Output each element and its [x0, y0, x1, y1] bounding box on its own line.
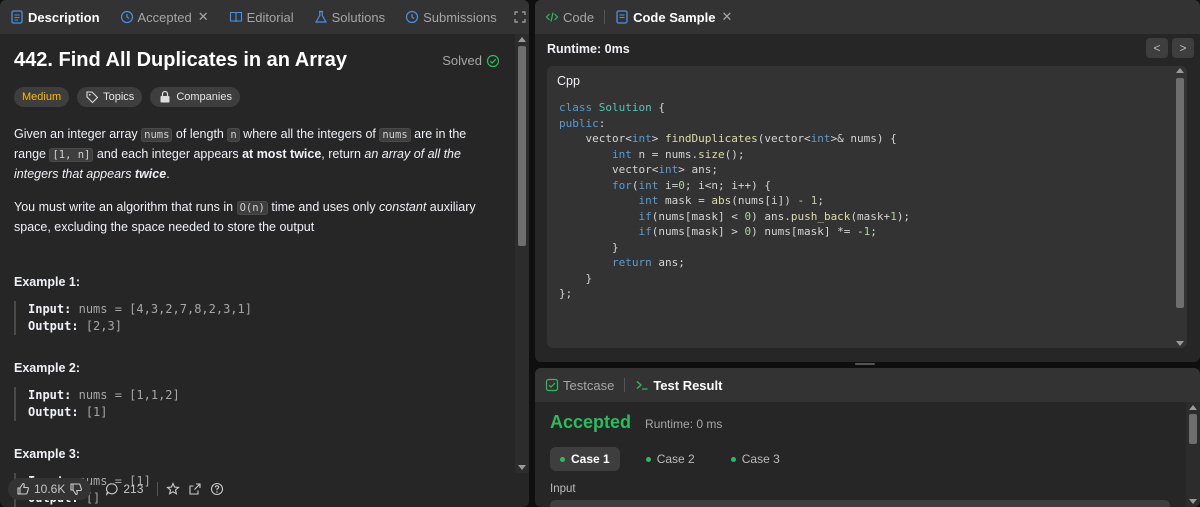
- book-icon: [229, 10, 243, 24]
- code-listing: class Solution { public: vector<int> fin…: [559, 101, 911, 300]
- case-1-tab[interactable]: Case 1: [550, 447, 620, 471]
- input-label: Input: [550, 483, 576, 495]
- scrollbar-thumb[interactable]: [1176, 78, 1184, 308]
- tab-test-result[interactable]: Test Result: [631, 368, 726, 402]
- result-runtime: Runtime: 0 ms: [645, 417, 723, 431]
- pass-dot: [645, 456, 651, 462]
- scrollbar-thumb[interactable]: [518, 46, 526, 246]
- vote-group: 10.6K: [8, 478, 92, 500]
- scroll-up-arrow[interactable]: [1189, 405, 1197, 410]
- scrollbar-thumb[interactable]: [1189, 414, 1197, 444]
- code-icon: [545, 10, 559, 24]
- description-footer: 10.6K 213: [0, 471, 514, 507]
- code-runtime: Runtime: 0ms: [547, 42, 630, 56]
- result-scrollbar[interactable]: [1186, 402, 1200, 507]
- description-scrollbar[interactable]: [515, 34, 529, 473]
- scroll-down-arrow[interactable]: [1189, 499, 1197, 504]
- document-icon: [615, 10, 629, 24]
- tab-code-sample[interactable]: Code Sample ✕: [611, 0, 736, 34]
- solved-status: Solved: [442, 53, 500, 68]
- tab-editorial[interactable]: Editorial: [225, 0, 298, 34]
- description-panel: Description Accepted ✕ Editorial Solutio…: [0, 0, 529, 507]
- tag-icon: [85, 90, 99, 104]
- previous-sample-button[interactable]: <: [1146, 38, 1168, 58]
- share-button[interactable]: [188, 482, 202, 496]
- footer-separator: [157, 482, 159, 496]
- tab-separator: [604, 10, 606, 24]
- description-paragraph-2: You must write an algorithm that runs in…: [14, 200, 476, 234]
- difficulty-badge[interactable]: Medium: [14, 87, 70, 107]
- flask-icon: [314, 10, 328, 24]
- case-tabs: Case 1 Case 2 Case 3: [550, 447, 1180, 471]
- comment-icon: [105, 482, 119, 496]
- panel-resize-handle[interactable]: [855, 363, 875, 365]
- favorite-button[interactable]: [166, 482, 181, 496]
- tab-solutions[interactable]: Solutions: [310, 0, 389, 34]
- case-2-tab[interactable]: Case 2: [636, 447, 705, 471]
- scroll-down-arrow[interactable]: [518, 465, 526, 470]
- tab-submissions[interactable]: Submissions: [401, 0, 501, 34]
- pass-dot: [730, 456, 736, 462]
- chevron-right-icon: >: [1179, 41, 1187, 55]
- check-box-icon: [545, 378, 559, 392]
- close-tab-icon[interactable]: ✕: [198, 9, 209, 25]
- like-button[interactable]: 10.6K: [16, 482, 65, 496]
- scroll-down-arrow[interactable]: [1176, 341, 1184, 346]
- code-tabbar: Code Code Sample ✕: [535, 0, 1200, 34]
- tab-separator: [624, 378, 626, 392]
- fullscreen-icon[interactable]: [513, 10, 527, 24]
- terminal-icon: [635, 378, 649, 392]
- result-content: Accepted Runtime: 0 ms Case 1 Case 2 Cas…: [550, 412, 1180, 495]
- tab-accepted[interactable]: Accepted ✕: [116, 0, 213, 34]
- check-circle-icon: [486, 54, 500, 68]
- case-3-tab[interactable]: Case 3: [721, 447, 790, 471]
- result-status: Accepted: [550, 412, 632, 432]
- code-scrollbar[interactable]: [1175, 68, 1185, 346]
- thumbs-up-icon: [16, 482, 30, 496]
- result-tabbar: Testcase Test Result: [535, 368, 1200, 402]
- tab-code[interactable]: Code: [541, 0, 598, 34]
- description-paragraph-1: Given an integer array nums of length n …: [14, 127, 467, 181]
- input-value-box: [550, 500, 1170, 507]
- example-3-title: Example 3:: [14, 447, 81, 461]
- example-2-block: Input: nums = [1,1,2] Output: [1]: [14, 387, 500, 421]
- description-tabbar: Description Accepted ✕ Editorial Solutio…: [0, 0, 529, 34]
- description-content: 442. Find All Duplicates in an Array Sol…: [0, 34, 514, 507]
- comments-button[interactable]: 213: [105, 482, 143, 496]
- next-sample-button[interactable]: >: [1172, 38, 1194, 58]
- problem-description: Given an integer array nums of length n …: [14, 125, 500, 237]
- document-icon: [10, 10, 24, 24]
- example-2-title: Example 2:: [14, 361, 81, 375]
- code-language: Cpp: [557, 74, 580, 88]
- thumbs-down-icon: [69, 482, 83, 496]
- pass-dot: [560, 456, 565, 462]
- code-sample-box: Cpp class Solution { public: vector<int>…: [547, 66, 1187, 348]
- help-button[interactable]: [210, 482, 224, 496]
- history-icon: [405, 10, 419, 24]
- scroll-up-arrow[interactable]: [1176, 68, 1184, 73]
- dislike-button[interactable]: [69, 482, 83, 496]
- tab-testcase[interactable]: Testcase: [541, 368, 618, 402]
- chevron-left-icon: <: [1153, 41, 1161, 55]
- code-panel: Code Code Sample ✕ Runtime: 0ms < > Cpp …: [535, 0, 1200, 362]
- external-link-icon: [188, 482, 202, 496]
- sample-navigation: < >: [1146, 38, 1194, 58]
- result-panel: Testcase Test Result Accepted Runtime: 0…: [535, 368, 1200, 507]
- tab-description[interactable]: Description: [6, 0, 104, 34]
- lock-icon: [158, 90, 172, 104]
- problem-title: 442. Find All Duplicates in an Array: [14, 49, 348, 71]
- example-1-block: Input: nums = [4,3,2,7,8,2,3,1] Output: …: [14, 301, 500, 335]
- history-icon: [120, 10, 134, 24]
- problem-badges: Medium Topics Companies: [14, 87, 500, 107]
- scroll-up-arrow[interactable]: [518, 37, 526, 42]
- close-tab-icon[interactable]: ✕: [721, 9, 732, 25]
- example-1-title: Example 1:: [14, 275, 81, 289]
- topics-badge[interactable]: Topics: [77, 87, 143, 107]
- question-icon: [210, 482, 224, 496]
- star-icon: [166, 482, 181, 496]
- companies-badge[interactable]: Companies: [150, 87, 240, 107]
